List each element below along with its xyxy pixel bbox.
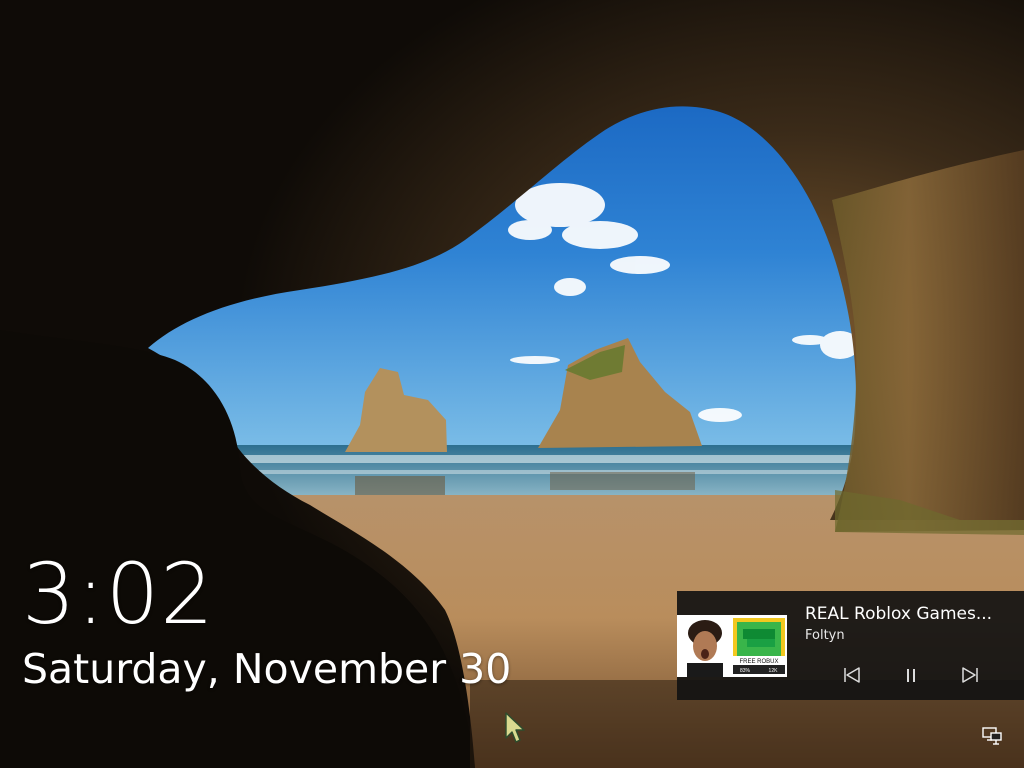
- network-status-button[interactable]: [982, 727, 1002, 745]
- media-artist: Foltyn: [805, 628, 845, 643]
- media-controls-panel: FREE ROBUX 83% 12K REAL Roblox Games... …: [677, 591, 1024, 700]
- pause-button[interactable]: [899, 663, 923, 687]
- lock-screen-date: Saturday, November 30: [22, 645, 512, 693]
- skip-previous-button[interactable]: [840, 663, 864, 687]
- lock-screen[interactable]: 3:02 Saturday, November 30 FREE ROBUX 83…: [0, 0, 1024, 768]
- thumbnail-banner-text: FREE ROBUX: [739, 659, 778, 665]
- skip-next-button[interactable]: [958, 663, 982, 687]
- thumbnail-stat-left: 83%: [740, 668, 751, 674]
- network-icon: [982, 727, 1002, 745]
- thumbnail-stat-right: 12K: [769, 668, 779, 674]
- media-thumbnail: FREE ROBUX 83% 12K: [677, 615, 787, 677]
- mouse-cursor-icon: [505, 712, 525, 743]
- skip-next-icon: [962, 667, 978, 683]
- pause-icon: [907, 669, 915, 682]
- lock-screen-clock: 3:02 Saturday, November 30: [22, 548, 511, 694]
- skip-previous-icon: [844, 667, 860, 683]
- media-title: REAL Roblox Games...: [805, 604, 993, 624]
- lock-screen-time: 3:02: [22, 545, 215, 643]
